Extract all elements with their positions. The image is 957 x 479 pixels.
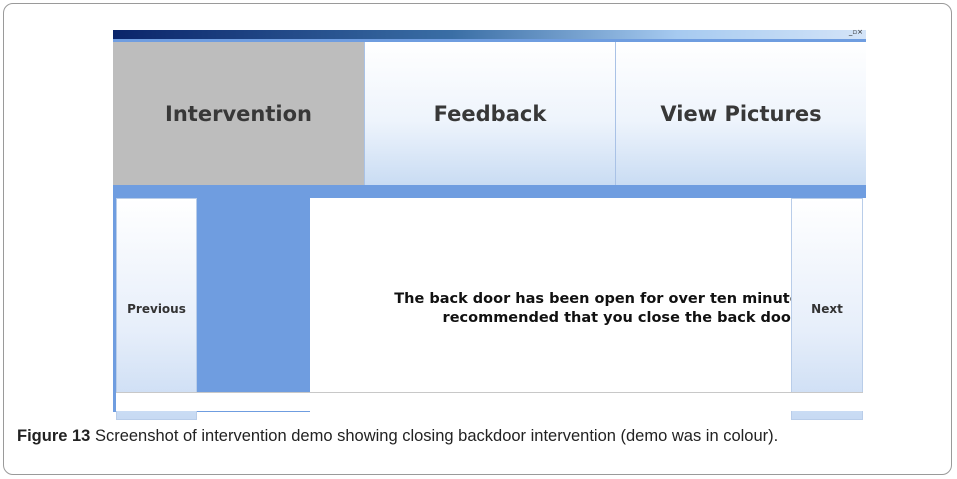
app-window: _▫× Intervention Feedback View Pictures … — [113, 28, 904, 420]
tab-divider — [113, 185, 866, 195]
previous-button[interactable]: Previous — [116, 198, 197, 420]
tab-view-pictures[interactable]: View Pictures — [615, 42, 866, 185]
window-controls[interactable]: _▫× — [849, 28, 863, 36]
title-bar: _▫× — [113, 28, 866, 39]
figure-label: Figure 13 — [17, 427, 91, 445]
status-bar — [116, 392, 863, 411]
tab-intervention[interactable]: Intervention — [113, 42, 364, 185]
tab-view-pictures-label: View Pictures — [660, 101, 822, 126]
previous-button-label: Previous — [127, 302, 186, 316]
figure-caption: Figure 13 Screenshot of intervention dem… — [17, 425, 937, 447]
tab-feedback[interactable]: Feedback — [364, 42, 615, 185]
figure-caption-text: Screenshot of intervention demo showing … — [94, 427, 779, 445]
intervention-message: The back door has been open for over ten… — [394, 291, 850, 326]
tab-feedback-label: Feedback — [433, 101, 547, 126]
next-button-label: Next — [811, 302, 843, 316]
tab-intervention-label: Intervention — [165, 101, 312, 126]
next-button[interactable]: Next — [791, 198, 863, 420]
